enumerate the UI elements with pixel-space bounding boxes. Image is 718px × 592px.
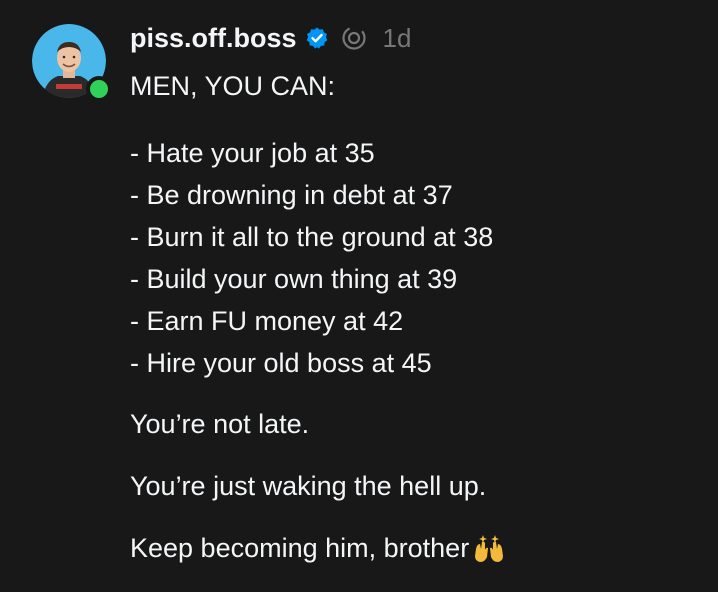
list-item: - Hire your old boss at 45 — [130, 348, 432, 378]
post-list: - Hate your job at 35 - Be drowning in d… — [130, 132, 505, 384]
online-status-dot — [86, 76, 112, 102]
post-heading: MEN, YOU CAN: — [130, 71, 336, 101]
post-paragraph: You’re just waking the hell up. — [130, 471, 487, 501]
post-paragraph: You’re not late. — [130, 409, 310, 439]
threads-spiral-icon[interactable] — [341, 25, 367, 51]
post-paragraph-text: Keep becoming him, brother — [130, 533, 470, 563]
list-item: - Build your own thing at 39 — [130, 264, 458, 294]
list-item: - Burn it all to the ground at 38 — [130, 222, 494, 252]
list-item: - Hate your job at 35 — [130, 138, 375, 168]
username-link[interactable]: piss.off.boss — [130, 23, 297, 54]
list-item: - Earn FU money at 42 — [130, 306, 404, 336]
post-body: MEN, YOU CAN: - Hate your job at 35 - Be… — [130, 70, 505, 565]
post-header: piss.off.boss 1d — [130, 20, 411, 56]
post-paragraph-with-emoji: Keep becoming him, brother — [130, 532, 505, 565]
thread-post: piss.off.boss 1d MEN, YOU CAN: - Hate yo… — [0, 0, 718, 592]
list-item: - Be drowning in debt at 37 — [130, 180, 453, 210]
raised-hands-emoji-icon — [475, 535, 504, 562]
verified-badge-icon — [306, 27, 327, 49]
post-timestamp[interactable]: 1d — [383, 23, 412, 54]
